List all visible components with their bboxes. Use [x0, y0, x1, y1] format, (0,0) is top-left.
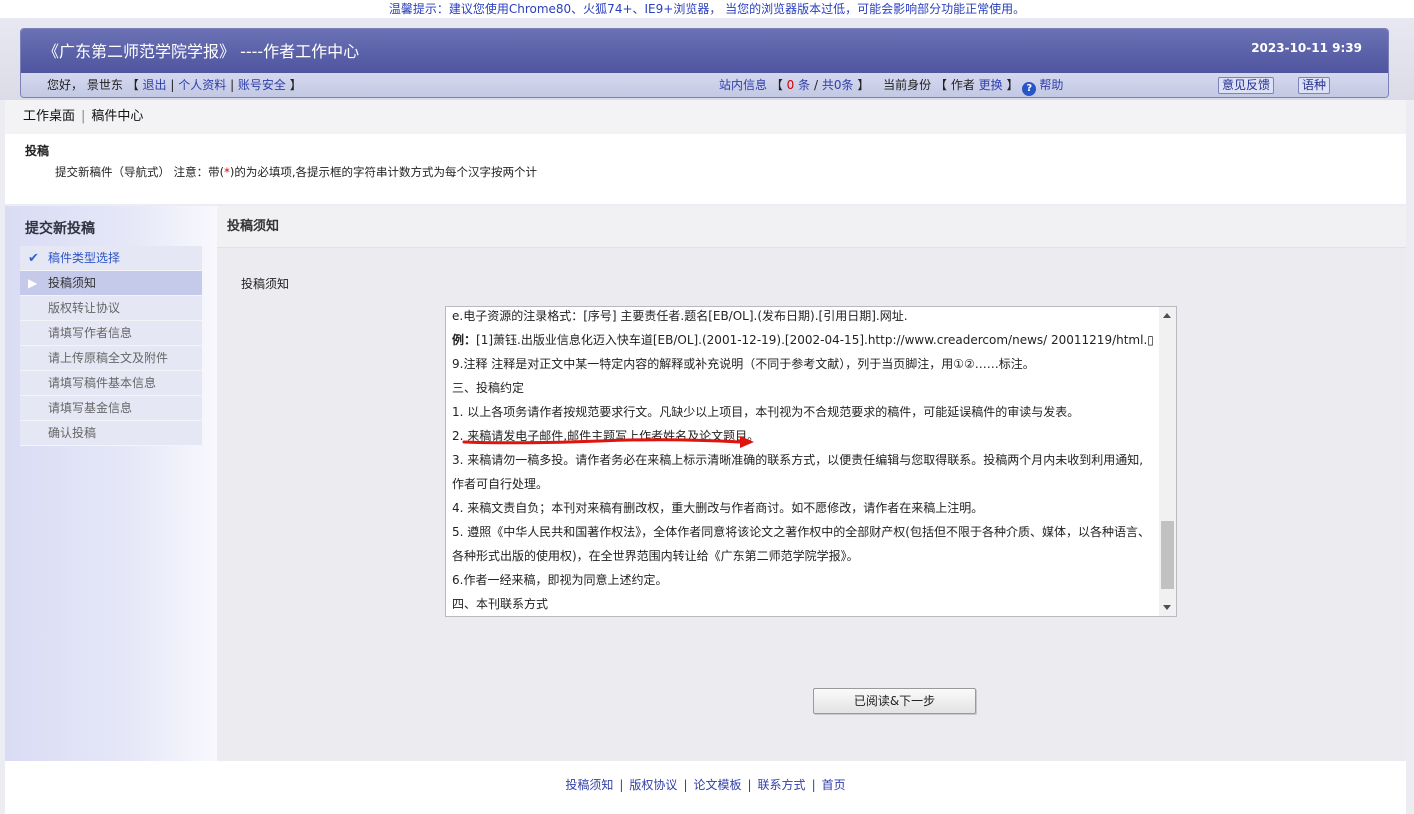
submission-info: 投稿 提交新稿件（导航式） 注意：带(*)的为必填项,各提示框的字符串计数方式为… [5, 134, 1406, 204]
notice-line: 2. 来稿请发电子邮件,邮件主题写上作者姓名及论文题目。 [452, 429, 760, 443]
submission-notice-textbox[interactable]: e.电子资源的注录格式：[序号] 主要责任者.题名[EB/OL].(发布日期).… [445, 306, 1177, 617]
messages-link[interactable]: 站内信息 [719, 78, 767, 92]
step-confirm[interactable]: 确认投稿 [20, 421, 202, 446]
notice-text: e.电子资源的注录格式：[序号] 主要责任者.题名[EB/OL].(发布日期).… [452, 307, 1157, 616]
step-label: 投稿须知 [48, 276, 97, 290]
feedback-button[interactable]: 意见反馈 [1218, 77, 1275, 94]
logout-link[interactable]: 退出 [143, 78, 167, 92]
bracket-open: 【 [770, 78, 787, 92]
step-list: ✔ 稿件类型选择 ▶ 投稿须知 版权转让协议 请填写作者信息 请上传原稿全文及附件 … [20, 246, 202, 446]
footer-separator: | [619, 778, 624, 792]
notice-line: e.电子资源的注录格式：[序号] 主要责任者.题名[EB/OL].(发布日期).… [452, 309, 908, 323]
sidebar: 提交新投稿 ✔ 稿件类型选择 ▶ 投稿须知 版权转让协议 请填写作者信息 请上传原稿… [5, 206, 217, 761]
notice-line: 9.注释 注释是对正文中某一特定内容的解释或补充说明（不同于参考文献），列于当页… [452, 357, 1035, 371]
bracket-open: 【 [126, 78, 143, 92]
header: 《广东第二师范学院学报》 ----作者工作中心 2023-10-11 9:39 … [0, 18, 1414, 100]
breadcrumb: 工作桌面 | 稿件中心 [5, 100, 1406, 134]
switch-role-link[interactable]: 更换 [979, 78, 1003, 92]
check-icon: ✔ [28, 251, 39, 266]
footer-separator: | [811, 778, 816, 792]
account-security-link[interactable]: 账号安全 [238, 78, 286, 92]
separator: / [813, 78, 822, 92]
step-submission-notice[interactable]: ▶ 投稿须知 [20, 271, 202, 296]
triangle-right-icon: ▶ [28, 276, 38, 290]
footer-link-notice[interactable]: 投稿须知 [565, 778, 613, 792]
unread-count: 0 [786, 78, 795, 92]
step-basic-info[interactable]: 请填写稿件基本信息 [20, 371, 202, 396]
scroll-up-arrow-icon[interactable] [1163, 313, 1171, 318]
notice-line: 作者可自行处理。 [452, 477, 549, 491]
footer-separator: | [747, 778, 752, 792]
unread-unit: 条 [798, 78, 811, 92]
bracket-close: 】 [857, 78, 874, 92]
user-greeting: 您好， 景世东 【 退出 | 个人资料 | 账号安全 】 [47, 73, 302, 97]
step-manuscript-type[interactable]: ✔ 稿件类型选择 [20, 246, 202, 271]
notice-line: 4. 来稿文责自负；本刊对来稿有删改权，重大删改与作者商讨。如不愿修改，请作者在… [452, 501, 984, 515]
notice-line: 1. 以上各项务请作者按规范要求行文。凡缺少以上项目，本刊视为不合规范要求的稿件… [452, 405, 1080, 419]
total-messages: 共0条 [821, 78, 854, 92]
scroll-thumb[interactable] [1161, 521, 1174, 589]
breadcrumb-separator: | [81, 109, 86, 124]
breadcrumb-manuscript-center[interactable]: 稿件中心 [91, 109, 143, 124]
help-link[interactable]: 帮助 [1039, 78, 1063, 92]
description-part1: 提交新稿件（导航式） 注意：带( [55, 165, 225, 179]
notice-label: 投稿须知 [241, 277, 290, 291]
main-panel: 投稿须知 投稿须知 e.电子资源的注录格式：[序号] 主要责任者.题名[EB/O… [217, 206, 1406, 761]
footer-link-home[interactable]: 首页 [822, 778, 846, 792]
profile-link[interactable]: 个人资料 [178, 78, 226, 92]
separator: | [230, 78, 238, 92]
role-label: 当前身份 [883, 78, 932, 92]
footer: 投稿须知 | 版权协议 | 论文模板 | 联系方式 | 首页 [5, 761, 1406, 814]
notice-line: 例：[1]萧钰.出版业信息化迈入快车道[EB/OL].(2001-12-19).… [452, 333, 1154, 347]
footer-separator: | [683, 778, 688, 792]
section-title: 投稿 [25, 144, 50, 158]
step-label: 版权转让协议 [48, 301, 121, 315]
notice-line: 三、投稿约定 [452, 381, 525, 395]
language-button[interactable]: 语种 [1298, 77, 1331, 94]
notice-line: 6.作者一经来稿，即视为同意上述约定。 [452, 573, 668, 587]
greeting-text: 您好， [47, 78, 84, 92]
notice-line: 各种形式出版的使用权)，在全世界范围内转让给《广东第二师范学院学报》。 [452, 549, 859, 563]
step-label: 稿件类型选择 [48, 251, 121, 265]
step-label: 请上传原稿全文及附件 [48, 351, 169, 365]
bracket-open: 【 [934, 78, 951, 92]
footer-link-copyright[interactable]: 版权协议 [629, 778, 677, 792]
sidebar-heading: 提交新投稿 [25, 221, 95, 237]
help-icon[interactable]: ? [1022, 82, 1037, 96]
bracket-close: 】 [289, 78, 302, 92]
header-band: 《广东第二师范学院学报》 ----作者工作中心 2023-10-11 9:39 [21, 29, 1388, 73]
breadcrumb-desktop[interactable]: 工作桌面 [23, 109, 75, 124]
vertical-scrollbar[interactable] [1159, 307, 1176, 616]
main-heading: 投稿须知 [217, 206, 1406, 248]
current-role: 作者 [950, 78, 975, 92]
footer-link-contact[interactable]: 联系方式 [758, 778, 806, 792]
step-label: 请填写作者信息 [48, 326, 133, 340]
footer-link-template[interactable]: 论文模板 [693, 778, 741, 792]
step-copyright-agreement[interactable]: 版权转让协议 [20, 296, 202, 321]
browser-notice: 温馨提示：建议您使用Chrome80、火狐74+、IE9+浏览器， 当您的浏览器… [0, 0, 1414, 18]
user-bar: 您好， 景世东 【 退出 | 个人资料 | 账号安全 】 站内信息 【 0 条 … [21, 73, 1388, 97]
notice-line: 3. 来稿请勿一稿多投。请作者务必在来稿上标示清晰准确的联系方式，以便责任编辑与… [452, 453, 1144, 467]
step-author-info[interactable]: 请填写作者信息 [20, 321, 202, 346]
header-box: 《广东第二师范学院学报》 ----作者工作中心 2023-10-11 9:39 … [20, 28, 1389, 98]
read-next-button[interactable]: 已阅读&下一步 [813, 688, 976, 714]
step-label: 请填写稿件基本信息 [48, 376, 157, 390]
current-datetime: 2023-10-11 9:39 [1251, 41, 1362, 55]
step-label: 确认投稿 [48, 426, 97, 440]
step-label: 请填写基金信息 [48, 401, 133, 415]
notice-line: 四、本刊联系方式 [452, 597, 549, 611]
notice-line: 5. 遵照《中华人民共和国著作权法》，全体作者同意将该论文之著作权中的全部财产权… [452, 525, 1150, 539]
message-and-role: 站内信息 【 0 条 / 共0条 】 当前身份 【 作者 更换 】 ? 帮助 [719, 73, 1063, 97]
scroll-down-arrow-icon[interactable] [1163, 605, 1171, 610]
section-description: 提交新稿件（导航式） 注意：带(*)的为必填项,各提示框的字符串计数方式为每个汉… [55, 164, 537, 180]
username: 景世东 [86, 78, 123, 92]
bracket-close: 】 [1006, 78, 1023, 92]
app-title: 《广东第二师范学院学报》 ----作者工作中心 [43, 42, 360, 61]
step-upload-files[interactable]: 请上传原稿全文及附件 [20, 346, 202, 371]
step-fund-info[interactable]: 请填写基金信息 [20, 396, 202, 421]
description-part2: )的为必填项,各提示框的字符串计数方式为每个汉字按两个计 [229, 165, 538, 179]
